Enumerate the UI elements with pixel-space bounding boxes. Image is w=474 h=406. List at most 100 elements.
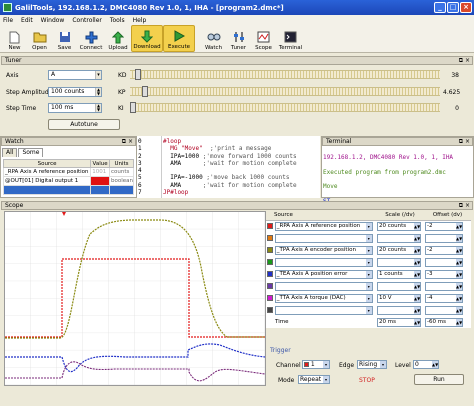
menu-help[interactable]: Help: [133, 17, 147, 24]
channel-color-swatch[interactable]: [267, 283, 273, 289]
channel-offset-field[interactable]: -2 ▲▼: [425, 221, 463, 231]
code-editor[interactable]: #loop MG "Move" ;'print a message IPA=10…: [162, 136, 320, 198]
save-button[interactable]: Save: [52, 25, 77, 52]
close-button[interactable]: ×: [460, 2, 472, 13]
menu-file[interactable]: File: [3, 17, 13, 24]
channel-source-select[interactable]: ▾: [274, 281, 373, 291]
scope-channel-row[interactable]: _TPA Axis A encoder position ▾ 20 counts ▲▼…: [266, 244, 471, 256]
scope-channel-row[interactable]: ▾ ▲▼ ▲▼: [266, 304, 471, 316]
channel-scale-field[interactable]: ▲▼: [377, 233, 421, 243]
kp-slider-handle[interactable]: [142, 86, 148, 97]
channel-offset-field[interactable]: ▲▼: [425, 257, 463, 267]
download-button[interactable]: Download: [131, 25, 163, 52]
channel-color-swatch[interactable]: [267, 271, 273, 277]
panel-dock-icon[interactable]: ⧉ ×: [122, 138, 133, 145]
kp-slider[interactable]: [130, 86, 440, 97]
channel-source-select[interactable]: ▾: [274, 305, 373, 315]
connect-button[interactable]: Connect: [77, 25, 105, 52]
edge-select[interactable]: Rising ▾: [357, 360, 387, 369]
channel-scale-field[interactable]: 20 counts ▲▼: [377, 221, 421, 231]
panel-dock-icon[interactable]: ⧉ ×: [459, 202, 470, 209]
mode-select[interactable]: Repeat ▾: [298, 375, 330, 384]
table-row-new[interactable]: [2, 185, 134, 195]
watch-button[interactable]: Watch: [201, 25, 226, 52]
scope-button[interactable]: Scope: [251, 25, 276, 52]
channel-color-swatch[interactable]: [267, 223, 273, 230]
run-button[interactable]: Run: [414, 374, 464, 385]
channel-offset-field[interactable]: -2 ▲▼: [425, 245, 463, 255]
channel-source-select[interactable]: _TPA Axis A encoder position ▾: [274, 245, 373, 255]
channel-color-swatch[interactable]: [267, 295, 273, 301]
scope-channel-row[interactable]: ▾ ▲▼ ▲▼: [266, 256, 471, 268]
upload-button[interactable]: Upload: [105, 25, 131, 52]
scope-channel-row[interactable]: ▾ ▲▼ ▲▼: [266, 232, 471, 244]
panel-dock-icon[interactable]: ⧉ ×: [459, 57, 470, 64]
output-indicator: [90, 176, 110, 186]
tuner-button[interactable]: Tuner: [226, 25, 251, 52]
channel-offset-field[interactable]: ▲▼: [425, 281, 463, 291]
tab-some[interactable]: Some: [18, 148, 44, 157]
time-offset-field[interactable]: -60 ms ▲▼: [425, 317, 463, 327]
minimize-button[interactable]: _: [434, 2, 446, 13]
maximize-button[interactable]: □: [447, 2, 459, 13]
autotune-button[interactable]: Autotune: [48, 119, 120, 130]
channel-select[interactable]: 1 ▾: [302, 360, 330, 369]
scope-channel-row[interactable]: _TEA Axis A position error ▾ 1 counts ▲▼ -3 ▲…: [266, 268, 471, 280]
table-row[interactable]: _RPA Axis A reference position 1001 counts: [2, 167, 134, 177]
spinner-icon[interactable]: ▲ ▼: [95, 104, 101, 112]
level-label: Level: [395, 362, 411, 369]
new-button[interactable]: New: [2, 25, 27, 52]
scope-channel-row[interactable]: _TTA Axis A torque (DAC) ▾ 10 V ▲▼ -4 ▲▼: [266, 292, 471, 304]
step-time-field[interactable]: 100 ms ▲ ▼: [48, 103, 102, 113]
channel-scale-field[interactable]: 10 V ▲▼: [377, 293, 421, 303]
channel-scale-field[interactable]: ▲▼: [377, 305, 421, 315]
tab-all[interactable]: All: [2, 148, 18, 157]
channel-scale-field[interactable]: ▲▼: [377, 281, 421, 291]
ki-slider[interactable]: [130, 102, 440, 113]
menu-window[interactable]: Window: [41, 17, 65, 24]
download-icon: [140, 29, 154, 43]
channel-color-swatch[interactable]: [267, 307, 273, 313]
panel-dock-icon[interactable]: ⧉ ×: [459, 138, 470, 145]
scope-channel-row[interactable]: _RPA Axis A reference position ▾ 20 counts…: [266, 220, 471, 232]
channel-source-select[interactable]: ▾: [274, 257, 373, 267]
open-button[interactable]: Open: [27, 25, 52, 52]
execute-button[interactable]: Execute: [163, 25, 195, 52]
kd-slider-handle[interactable]: [135, 69, 141, 80]
channel-offset-field[interactable]: ▲▼: [425, 305, 463, 315]
menu-tools[interactable]: Tools: [110, 17, 125, 24]
channel-color-swatch[interactable]: [267, 235, 273, 241]
step-amplitude-field[interactable]: 100 counts ▲ ▼: [48, 87, 102, 97]
menu-edit[interactable]: Edit: [21, 17, 33, 24]
scope-plot[interactable]: [4, 211, 266, 386]
ki-slider-handle[interactable]: [130, 102, 136, 113]
channel-scale-field[interactable]: 1 counts ▲▼: [377, 269, 421, 279]
channel-offset-field[interactable]: ▲▼: [425, 233, 463, 243]
channel-scale-field[interactable]: ▲▼: [377, 257, 421, 267]
edge-label: Edge: [339, 362, 355, 369]
step-amplitude-label: Step Amplitude: [6, 89, 53, 96]
channel-color-swatch[interactable]: [267, 259, 273, 265]
time-scale-field[interactable]: 20 ms ▲▼: [377, 317, 421, 327]
kd-slider[interactable]: [130, 69, 440, 80]
channel-source-select[interactable]: _RPA Axis A reference position ▾: [274, 221, 373, 231]
channel-source-select[interactable]: _TEA Axis A position error ▾: [274, 269, 373, 279]
scope-channel-row[interactable]: ▾ ▲▼ ▲▼: [266, 280, 471, 292]
code-line: IPA=-1000 ;'move back 1000 counts: [163, 174, 290, 182]
code-line: AMA ;'wait for motion complete: [163, 159, 297, 167]
channel-source-select[interactable]: _TTA Axis A torque (DAC) ▾: [274, 293, 373, 303]
menu-controller[interactable]: Controller: [72, 17, 102, 24]
level-field[interactable]: 0 ▲▼: [413, 360, 439, 369]
spinner-icon[interactable]: ▲ ▼: [95, 88, 101, 96]
channel-source-select[interactable]: ▾: [274, 233, 373, 243]
channel-offset-field[interactable]: -4 ▲▼: [425, 293, 463, 303]
axis-select[interactable]: A ▾: [48, 70, 102, 80]
terminal-button[interactable]: Terminal: [276, 25, 305, 52]
channel-scale-field[interactable]: 20 counts ▲▼: [377, 245, 421, 255]
terminal-header: Terminal ⧉ ×: [322, 137, 473, 146]
table-row[interactable]: @OUT[01] Digital output 1 boolean: [2, 176, 134, 186]
mode-label: Mode: [278, 377, 295, 384]
channel-offset-field[interactable]: -3 ▲▼: [425, 269, 463, 279]
channel-color-swatch[interactable]: [267, 247, 273, 253]
